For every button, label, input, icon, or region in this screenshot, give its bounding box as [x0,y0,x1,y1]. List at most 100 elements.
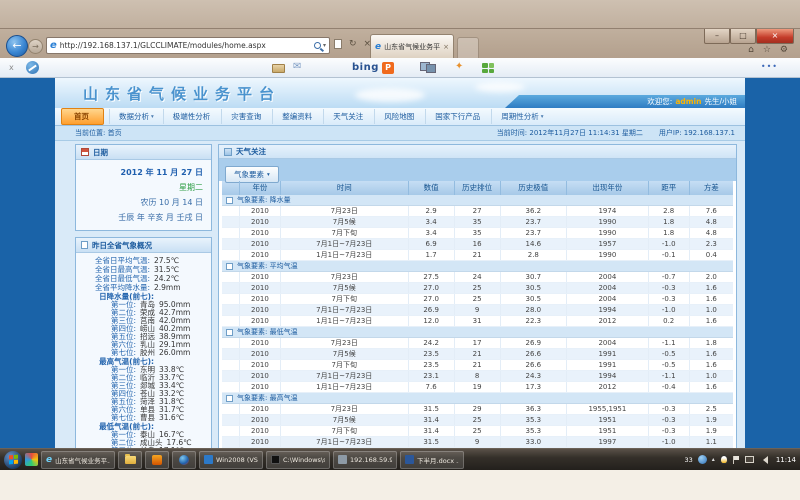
minimize-button[interactable]: – [704,29,730,44]
section-checkbox[interactable] [226,197,233,204]
launcher-icon[interactable] [25,453,38,466]
tab-close-icon[interactable]: × [443,43,449,51]
cell-variance: 1.8 [690,338,733,348]
toolbar-close-icon[interactable]: x [9,63,14,72]
home-icon[interactable]: ⌂ [748,45,754,55]
nav-item-label: 天气关注 [333,111,363,122]
cell-year: 2010 [240,426,281,436]
cell-time: 7月1日~7月23日 [281,437,409,447]
cell-anomaly: 2.8 [649,206,690,216]
section-row: 气象要素: 最高气温 [222,393,733,404]
bing-logo[interactable]: bing [352,62,379,73]
cell-year: 2010 [240,228,281,238]
cell-variance: 4.8 [690,228,733,238]
photos-icon[interactable] [420,62,436,73]
section-checkbox[interactable] [226,395,233,402]
filter-caret-icon: ▾ [267,172,270,178]
station-value: 31.6℃ [159,414,184,422]
system-tray: 33 ▴ 11:14 [685,455,796,464]
table-header-row: 年份时间数值历史排位历史极值出现年份距平方差 [222,181,733,195]
taskbar-explorer-button[interactable] [118,451,142,469]
qq-icon[interactable] [720,455,728,464]
start-button[interactable] [4,451,22,469]
cell-rank: 21 [455,349,501,359]
blocks-icon[interactable] [482,63,494,73]
taskbar-ie-window[interactable]: e 山东省气候业务平... [41,451,115,469]
section-label: 气象要素: 最高气温 [237,393,298,403]
cell-extreme: 14.6 [501,239,567,249]
cell-variance: 4.8 [690,217,733,227]
table-row: 2010 7月1日~7月23日 6.9 16 14.6 1957 -1.0 2.… [222,239,733,250]
cell-rank: 21 [455,360,501,370]
cell-year: 2010 [240,404,281,414]
taskbar-window-button[interactable]: C:\Windows\s... [266,451,330,469]
nav-item[interactable]: 整编资料 [272,109,323,124]
tray-count: 33 [685,456,693,464]
favorites-star-icon[interactable]: ☆ [763,45,771,55]
cell-value: 23.5 [409,349,455,359]
chevron-down-icon[interactable]: ▾ [323,42,326,49]
nav-item[interactable]: 数据分析 ▾ [109,109,163,124]
cell-anomaly: -0.3 [649,415,690,425]
taskbar-media-button[interactable] [145,451,169,469]
volume-icon[interactable] [759,456,768,464]
cloud-decoration [475,82,525,92]
network-icon[interactable] [745,456,754,463]
browser-tab[interactable]: e 山东省气候业务平... × [370,34,454,58]
cell-extreme: 30.5 [501,294,567,304]
mail-icon[interactable]: ✉ [293,61,301,72]
nav-item[interactable]: 国家下行产品 [425,109,491,124]
forward-button[interactable]: → [28,39,43,54]
nav-item[interactable]: 灾害查询 [221,109,272,124]
taskbar-window-button[interactable]: Win2008 (VS2... [199,451,263,469]
cell-anomaly: 0.2 [649,316,690,326]
nav-item[interactable]: 天气关注 [323,109,374,124]
address-bar[interactable]: e http://192.168.137.1/GLCCLIMATE/module… [46,37,330,54]
nav-item[interactable]: 极端性分析 [163,109,222,124]
refresh-icon[interactable]: ↻ [349,39,357,49]
action-center-flag-icon[interactable] [733,456,740,464]
cell-value: 23.5 [409,360,455,370]
taskbar-window-button[interactable]: 下半月.docx ... [400,451,464,469]
ime-icon[interactable] [698,455,707,464]
addon-blocked-icon[interactable] [26,61,39,74]
more-icon[interactable]: ••• [761,62,778,71]
section-label: 气象要素: 降水量 [237,195,291,205]
new-tab-button[interactable] [457,37,479,58]
section-label: 气象要素: 平均气温 [237,261,298,271]
taskbar-clock[interactable]: 11:14 [776,456,796,464]
url-text[interactable]: http://192.168.137.1/GLCCLIMATE/modules/… [60,41,312,50]
table-section: 气象要素: 最高气温 2010 7月23日 31.5 29 [222,393,733,448]
taskbar-window-label: Win2008 (VS2... [216,456,258,464]
cell-extreme: 26.6 [501,349,567,359]
nav-item[interactable]: 风险地图 [374,109,425,124]
nav-item-label: 灾害查询 [231,111,261,122]
show-hidden-icons[interactable]: ▴ [712,456,715,463]
cell-variance: 1.9 [690,426,733,436]
nav-item[interactable]: 周期性分析 ▾ [491,109,552,124]
sparkle-icon[interactable]: ✦ [455,61,463,72]
compatibility-view-icon[interactable] [334,39,342,49]
back-button[interactable]: ← [6,35,28,57]
close-button[interactable]: × [756,29,794,44]
search-icon[interactable] [314,42,321,49]
table-header-cell: 距平 [649,181,690,195]
section-checkbox[interactable] [226,329,233,336]
table-row: 2010 7月下旬 31.4 25 35.3 1951 -0.3 1.9 [222,426,733,437]
browser-command-bar: x ✉ bing P ✦ ••• [0,58,800,78]
section-checkbox[interactable] [226,263,233,270]
cell-variance: 2.0 [690,272,733,282]
cell-anomaly: 1.8 [649,217,690,227]
cell-variance: 2.5 [690,404,733,414]
cell-anomaly: -0.3 [649,294,690,304]
card-icon[interactable] [272,64,285,73]
maximize-button[interactable]: □ [730,29,756,44]
taskbar-player-button[interactable] [172,451,196,469]
taskbar-window-button[interactable]: 192.168.59.99... [333,451,397,469]
nav-item[interactable]: 首页 [61,108,104,125]
p-addon-badge[interactable]: P [382,62,394,74]
welcome-prefix: 欢迎您: [647,96,672,107]
cell-rank: 35 [455,228,501,238]
settings-gear-icon[interactable]: ⚙ [780,45,788,55]
cell-time: 7月5候 [281,283,409,293]
